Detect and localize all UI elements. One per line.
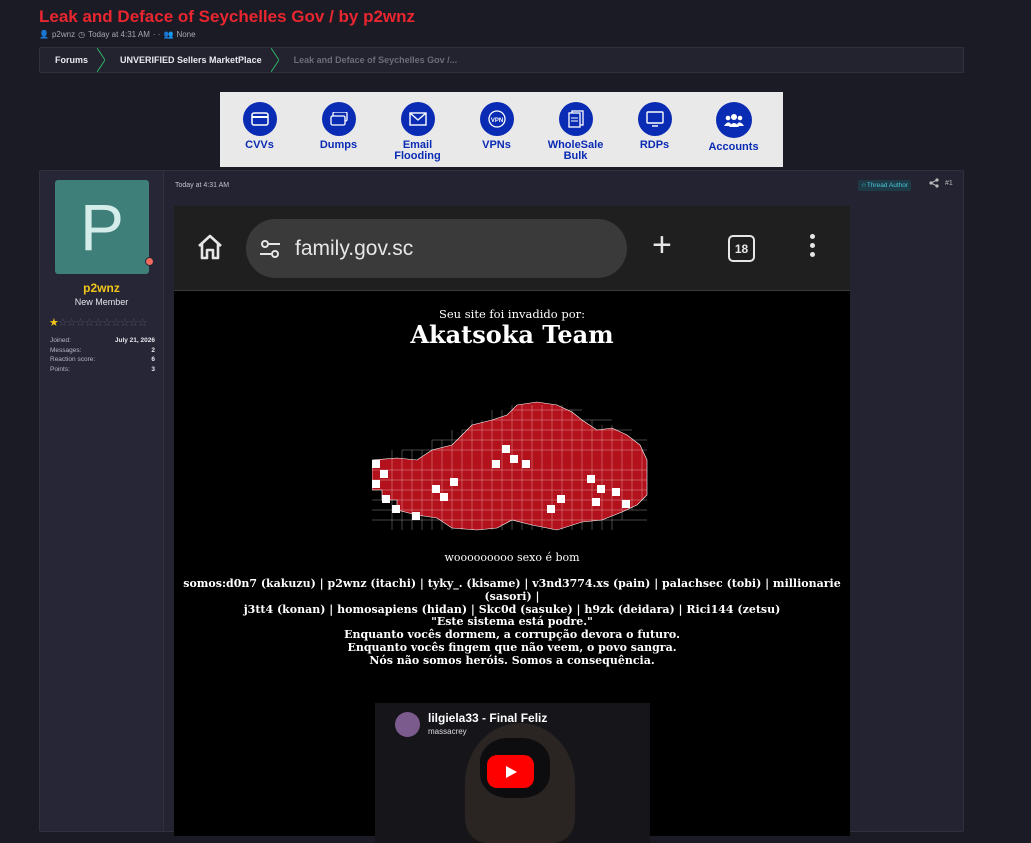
group-icon: 👥 (163, 30, 174, 39)
user-title: New Member (74, 297, 129, 307)
deface-quote-line: Enquanto vocês fingem que não veem, o po… (347, 641, 677, 654)
online-status-icon (145, 257, 154, 266)
banner-label: Dumps (319, 139, 358, 151)
banner-label: Accounts (708, 141, 759, 153)
video-embed[interactable]: lilgiela33 - Final Feliz massacrey (375, 703, 650, 843)
tab-count-icon: 18 (728, 235, 755, 262)
banner-item-dumps[interactable]: Dumps (299, 92, 378, 167)
banner-label: RDPs (639, 139, 670, 151)
deface-quote: "Este sistema está podre." Enquanto você… (174, 615, 850, 667)
play-icon (505, 765, 517, 778)
deface-quote-line: Nós não somos heróis. Somos a consequênc… (369, 654, 655, 667)
deface-woo-text: wooooooooo sexo é bom (444, 551, 580, 564)
thread-title: Leak and Deface of Seychelles Gov / by p… (39, 7, 416, 26)
thread-time: Today at 4:31 AM (88, 30, 150, 39)
thread-meta-separator: · · (152, 30, 161, 39)
deface-members: somos:d0n7 (kakuzu) | p2wnz (itachi) | t… (182, 577, 842, 616)
video-channel[interactable]: massacrey (428, 727, 467, 736)
breadcrumb-separator-icon (270, 48, 279, 72)
deface-quote-line: "Este sistema está podre." (431, 615, 593, 628)
banner-item-accounts[interactable]: Accounts (694, 92, 773, 167)
stat-value: 3 (151, 365, 155, 373)
breadcrumb-separator-icon (97, 48, 106, 72)
avatar[interactable]: P (55, 180, 149, 274)
banner-label: VPNs (482, 139, 511, 151)
svg-text:VPN: VPN (490, 118, 502, 124)
banner-item-cvvs[interactable]: CVVs (220, 92, 299, 167)
user-stats: Joined: July 21, 2026 Messages: 2 Reaction… (50, 336, 155, 374)
address-bar: family.gov.sc (246, 219, 627, 278)
badge-label: Thread Author (866, 182, 909, 189)
envelope-icon (400, 102, 435, 136)
documents-icon (558, 102, 593, 136)
banner-label: WholeSale Bulk (547, 139, 604, 162)
username[interactable]: p2wnz (40, 281, 163, 295)
post-time[interactable]: Today at 4:31 AM (175, 182, 229, 189)
plus-icon: + (652, 226, 672, 264)
clock-icon: ◷ (78, 30, 86, 39)
users-icon (715, 102, 752, 138)
stat-value: 6 (151, 356, 155, 363)
user-panel: P p2wnz New Member ★☆☆☆☆☆☆☆☆☆☆ Joined: Ju… (40, 171, 164, 831)
deface-invaded-text: Seu site foi invadido por: (439, 307, 585, 321)
share-icon[interactable] (929, 178, 939, 190)
monitor-icon (637, 102, 672, 136)
stat-row: Reaction score: 6 (50, 355, 155, 365)
browser-bar: family.gov.sc + 18 (174, 206, 850, 291)
deface-members-line: somos:d0n7 (kakuzu) | p2wnz (itachi) | t… (183, 577, 841, 603)
stat-label: Points: (50, 365, 70, 373)
stat-label: Joined: (50, 337, 71, 344)
stat-row: Messages: 2 (50, 346, 155, 356)
deface-team-name: Akatsoka Team (410, 320, 614, 349)
home-icon (198, 234, 222, 260)
breadcrumb: Forums UNVERIFIED Sellers MarketPlace Le… (39, 47, 964, 73)
thread-audience: None (176, 30, 196, 39)
banner-item-wholesale-bulk[interactable]: WholeSale Bulk (536, 92, 615, 167)
stat-value: 2 (151, 346, 155, 354)
stat-label: Messages: (50, 346, 82, 354)
more-vertical-icon (810, 234, 816, 261)
thread-author[interactable]: p2wnz (52, 30, 75, 39)
stat-row: Joined: July 21, 2026 (50, 336, 155, 346)
tune-icon (260, 239, 280, 258)
star-empty-icon: ☆☆☆☆☆☆☆☆☆☆ (57, 317, 148, 329)
vpn-shield-icon: VPN (479, 102, 514, 136)
post-number[interactable]: #1 (945, 180, 953, 187)
banner-label: Email Flooding (394, 139, 441, 162)
post: P p2wnz New Member ★☆☆☆☆☆☆☆☆☆☆ Joined: Ju… (39, 170, 964, 843)
stat-row: Points: 3 (50, 365, 155, 375)
deface-quote-line: Enquanto vocês dormem, a corrupção devor… (344, 628, 680, 641)
banner-item-vpns[interactable]: VPN VPNs (457, 92, 536, 167)
user-icon: 👤 (39, 30, 49, 39)
breadcrumb-forums[interactable]: Forums (40, 48, 97, 72)
stat-label: Reaction score: (50, 356, 96, 363)
embedded-screenshot[interactable]: family.gov.sc + 18 Seu site foi invadido… (174, 206, 850, 843)
card-stack-icon (321, 102, 356, 136)
url-text: family.gov.sc (295, 236, 414, 260)
rating-stars: ★☆☆☆☆☆☆☆☆☆☆ (49, 316, 147, 329)
thread-meta: 👤 p2wnz ◷ Today at 4:31 AM · · 👥 None (39, 30, 196, 39)
stat-value: July 21, 2026 (114, 337, 155, 344)
ad-banner[interactable]: CVVs Dumps Email Flooding VPN VPNs Whole… (220, 92, 783, 167)
banner-item-email-flooding[interactable]: Email Flooding (378, 92, 457, 167)
akatsuki-cloud-icon (372, 401, 648, 531)
channel-avatar[interactable] (395, 712, 420, 737)
video-title[interactable]: lilgiela33 - Final Feliz (428, 711, 547, 725)
breadcrumb-marketplace[interactable]: UNVERIFIED Sellers MarketPlace (105, 48, 271, 72)
play-button[interactable] (487, 755, 534, 788)
star-half-icon: ★ (49, 317, 59, 329)
banner-label: CVVs (245, 139, 274, 151)
breadcrumb-current: Leak and Deface of Seychelles Gov /... (293, 55, 458, 65)
thread-author-badge: ☆Thread Author (858, 180, 912, 191)
banner-item-rdps[interactable]: RDPs (615, 92, 694, 167)
credit-card-icon (242, 102, 277, 136)
